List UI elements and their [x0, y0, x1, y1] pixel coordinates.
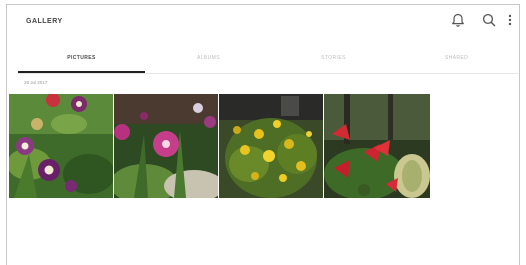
tabs-divider [18, 73, 518, 74]
tab-pictures[interactable]: PICTURES [18, 44, 145, 72]
section-date: 28 Jul 2017 [24, 80, 48, 85]
photo-thumbnail[interactable] [324, 94, 430, 198]
tab-albums[interactable]: ALBUMS [145, 44, 272, 72]
photo-thumbnail[interactable] [114, 94, 218, 198]
more-vert-icon[interactable] [505, 12, 515, 30]
tab-shared[interactable]: SHARED [395, 44, 518, 72]
search-icon[interactable] [481, 12, 499, 30]
tab-bar: PICTURES ALBUMS STORIES SHARED [18, 44, 518, 74]
photo-thumbnail[interactable] [219, 94, 323, 198]
app-title: GALLERY [26, 18, 63, 25]
bell-icon[interactable] [450, 12, 468, 30]
tab-stories[interactable]: STORIES [272, 44, 395, 72]
photo-thumbnail[interactable] [9, 94, 113, 198]
